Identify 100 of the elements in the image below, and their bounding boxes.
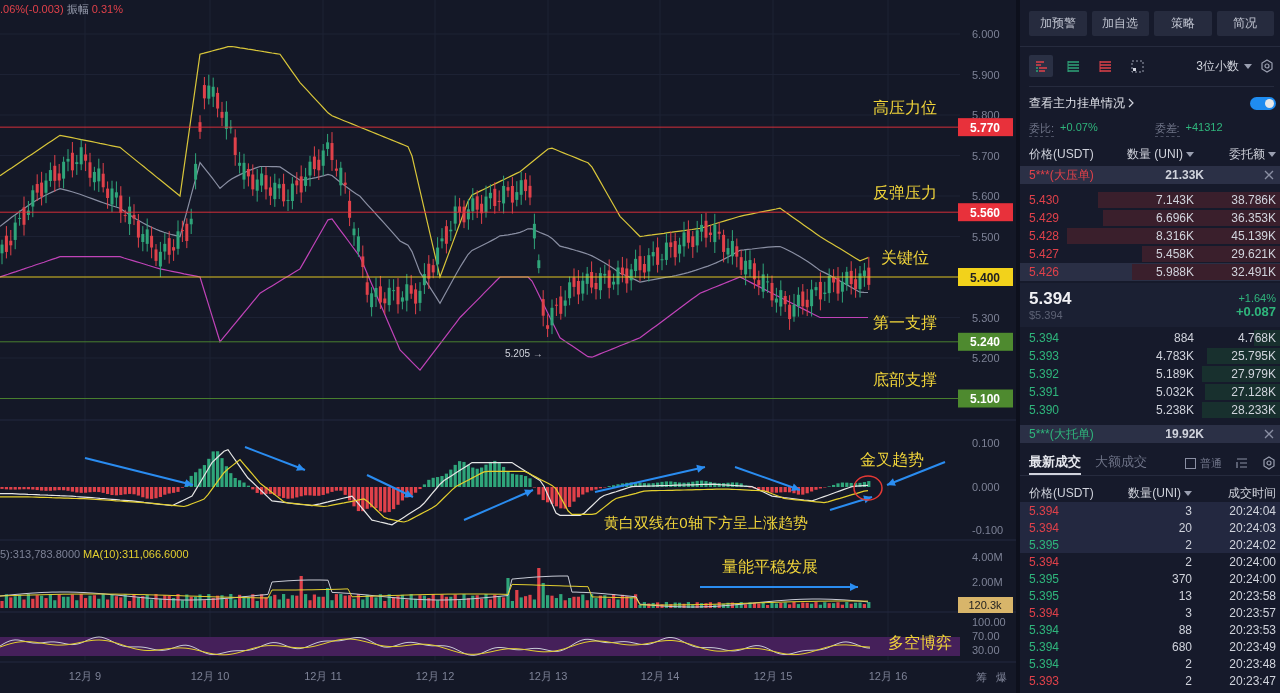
ratio-value: +0.07% [1060,121,1098,135]
quantity-cell-text: 3 [1184,503,1192,518]
date-axis-label: 12月 11 [304,670,342,682]
column-header[interactable]: 数量(UNI) [1112,484,1192,502]
price-level-value: 5.240 [970,335,1000,350]
quantity-cell-text: 20 [1177,520,1192,535]
quantity-cell-text: 8.316K [1154,229,1194,243]
price-cell-text: 5.394 [1029,331,1061,345]
price-cell-text: 5.427 [1029,247,1061,261]
price-axis-label: 5.900 [972,68,1000,81]
total-cell-text: 32.491K [1230,265,1276,279]
volume-axis-label: 4.00M [972,551,1003,563]
price-level-value: 5.100 [970,392,1000,406]
price-cell-text: 5.394 [1029,520,1061,535]
checkbox-label: 普通 [1200,455,1222,471]
quantity-cell-text: 13 [1177,589,1192,603]
column-header: 价格(USDT) [1029,146,1095,163]
quantity-cell-text: 7.143K [1154,193,1194,207]
quantity-cell-text: 88 [1177,623,1192,638]
column-header: 价格(USDT) [1029,484,1095,502]
quantity-cell-text: 6.696K [1154,211,1194,225]
quantity-cell-text: 370 [1170,571,1192,586]
last-price: 5.394 [1029,289,1073,309]
trades-tab[interactable]: 最新成交 [1029,451,1081,475]
quantity-cell-text: 2 [1184,657,1192,672]
action-button[interactable]: 策略 [1154,11,1212,36]
price-cell-text: 5.393 [1029,349,1061,363]
price-level-value: 5.560 [970,205,1000,220]
corner-label: 筹 [976,671,987,683]
date-axis-label: 12月 16 [868,670,908,682]
large-ask-label: 5***(大压单) [1029,166,1095,184]
date-axis-label: 12月 12 [415,670,455,682]
action-button[interactable]: 加自选 [1091,11,1149,36]
total-cell-text: 4.768K [1236,331,1276,345]
volume-axis-label: 2.00M [972,576,1003,588]
volume-annotation: 量能平稳发展 [722,558,818,575]
time-cell-text: 20:24:03 [1228,520,1276,535]
change-amount: +0.087 [1235,303,1276,319]
price-cell-text: 5.395 [1029,589,1061,603]
price-axis-label: 5.700 [972,149,1000,162]
precision-dropdown[interactable]: 3位小数 [1196,57,1252,75]
price-level-value: 5.400 [970,270,1000,285]
price-cell-text: 5.395 [1029,537,1061,552]
time-cell-text: 20:23:53 [1228,623,1276,638]
price-cell-text: 5.394 [1029,503,1061,518]
low-price-marker: 5.205 → [505,348,543,359]
price-cell-text: 5.394 [1029,606,1061,621]
time-cell-text: 20:23:58 [1228,589,1276,603]
large-bid-amount: 19.92K [1164,427,1204,441]
price-cell-text: 5.390 [1029,403,1061,417]
main-orders-link[interactable]: 查看主力挂单情况 [1029,94,1125,112]
trades-tab[interactable]: 大额成交 [1095,451,1147,475]
price-cell-text: 5.394 [1029,657,1061,672]
column-header[interactable]: 数量 (UNI) [1098,146,1194,163]
level-annotation: 关键位 [881,249,929,266]
total-cell-text: 25.795K [1230,349,1276,363]
price-level-value: 5.770 [970,120,1000,135]
rsi-axis-label: 30.00 [972,644,1000,656]
macd-axis-label: 0.000 [972,480,1000,493]
current-volume-value: 120.3k [968,599,1002,611]
ratio-label: 委比: [1029,121,1055,137]
time-cell-text: 20:24:02 [1228,537,1276,552]
total-cell-text: 27.128K [1230,385,1276,399]
price-cell-text: 5.393 [1029,674,1061,689]
time-cell-text: 20:23:57 [1228,606,1276,621]
price-cell-text: 5.394 [1029,623,1061,638]
price-axis-label: 5.200 [972,352,1000,364]
macd-annotation: 黄白双线在0轴下方呈上涨趋势 [604,514,808,531]
quantity-cell-text: 2 [1184,554,1192,569]
date-axis-label: 12月 14 [640,670,680,682]
quantity-cell-text: 884 [1172,331,1194,345]
rsi-annotation: 多空博弈 [888,634,952,651]
time-cell-text: 20:23:47 [1228,674,1276,689]
date-axis-label: 12月 15 [753,670,793,682]
price-cell-text: 5.392 [1029,367,1061,381]
price-change-stats: .06%(-0.003) 振幅 0.31% [0,3,123,15]
price-cell-text: 5.428 [1029,229,1061,243]
level-annotation: 第一支撑 [873,313,937,331]
column-header[interactable]: 委托额 [1194,146,1276,163]
price-axis-label: 5.500 [972,230,1000,243]
price-axis-label: 5.300 [972,311,1000,324]
action-button[interactable]: 简况 [1216,11,1274,36]
difference-value: +41312 [1185,121,1223,135]
quantity-cell-text: 3 [1184,606,1192,621]
price-axis-label: 6.000 [972,28,1000,40]
date-axis-label: 12月 13 [528,670,568,682]
quantity-cell-text: 5.189K [1154,367,1194,381]
quantity-cell-text: 5.032K [1154,385,1194,399]
quantity-cell-text: 680 [1170,640,1192,655]
price-cell-text: 5.394 [1029,640,1061,655]
price-cell-text: 5.426 [1029,265,1061,279]
action-button[interactable]: 加预警 [1029,11,1087,36]
large-ask-amount: 21.33K [1164,168,1204,182]
total-cell-text: 27.979K [1230,367,1276,381]
change-percent: +1.64% [1238,291,1276,304]
macd-axis-label: 0.100 [972,437,1000,449]
last-price-usd: $5.394 [1029,309,1064,321]
price-cell-text: 5.394 [1029,554,1061,569]
volume-ma-legend: MA(10):311,066.6000 [83,548,189,560]
quantity-cell-text: 5.988K [1154,265,1194,279]
